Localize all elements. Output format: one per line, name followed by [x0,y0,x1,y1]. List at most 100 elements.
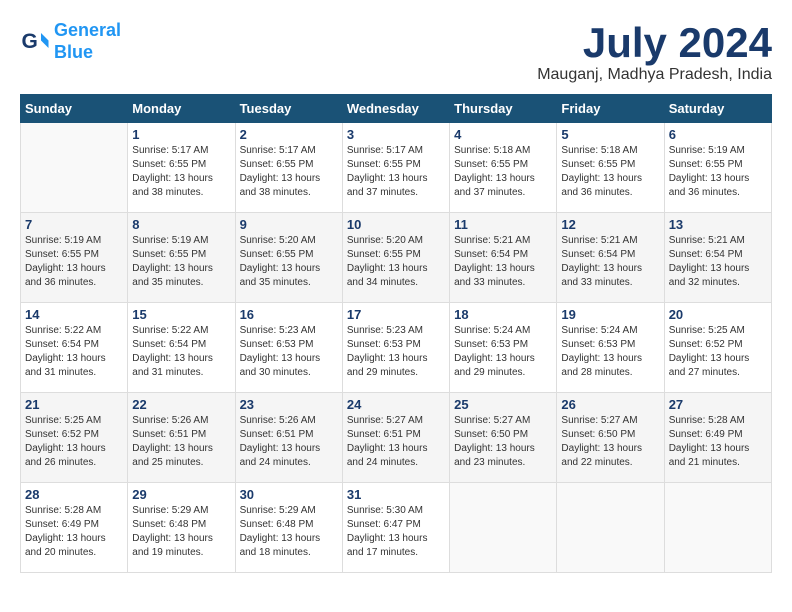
day-number: 20 [669,307,767,322]
day-info: Sunrise: 5:29 AM Sunset: 6:48 PM Dayligh… [240,504,338,560]
day-number: 10 [347,217,445,232]
day-number: 31 [347,487,445,502]
day-number: 1 [132,127,230,142]
day-info: Sunrise: 5:25 AM Sunset: 6:52 PM Dayligh… [669,324,767,380]
calendar-cell: 19Sunrise: 5:24 AM Sunset: 6:53 PM Dayli… [557,303,664,393]
day-info: Sunrise: 5:24 AM Sunset: 6:53 PM Dayligh… [561,324,659,380]
calendar-cell: 29 Sunrise: 5:29 AM Sunset: 6:48 PM Dayli… [128,483,235,573]
logo-general: General [54,20,121,40]
week-row-4: 21Sunrise: 5:25 AM Sunset: 6:52 PM Dayli… [21,393,772,483]
weekday-header-tuesday: Tuesday [235,95,342,123]
day-info: Sunrise: 5:30 AM Sunset: 6:47 PM Dayligh… [347,504,445,560]
weekday-header-sunday: Sunday [21,95,128,123]
week-row-3: 14 Sunrise: 5:22 AM Sunset: 6:54 PM Dayli… [21,303,772,393]
calendar-cell [21,123,128,213]
week-row-2: 7Sunrise: 5:19 AM Sunset: 6:55 PM Daylig… [21,213,772,303]
calendar-table: SundayMondayTuesdayWednesdayThursdayFrid… [20,94,772,573]
logo-blue: Blue [54,42,93,62]
calendar-cell: 8Sunrise: 5:19 AM Sunset: 6:55 PM Daylig… [128,213,235,303]
day-info: Sunrise: 5:22 AM Sunset: 6:54 PM Dayligh… [25,324,123,380]
day-number: 16 [240,307,338,322]
month-title: July 2024 [537,20,772,66]
day-number: 13 [669,217,767,232]
calendar-cell: 30 Sunrise: 5:29 AM Sunset: 6:48 PM Dayli… [235,483,342,573]
calendar-cell: 26 Sunrise: 5:27 AM Sunset: 6:50 PM Dayli… [557,393,664,483]
day-number: 24 [347,397,445,412]
day-number: 4 [454,127,552,142]
calendar-cell: 12 Sunrise: 5:21 AM Sunset: 6:54 PM Dayli… [557,213,664,303]
day-info: Sunrise: 5:20 AM Sunset: 6:55 PM Dayligh… [347,234,445,290]
calendar-cell: 15Sunrise: 5:22 AM Sunset: 6:54 PM Dayli… [128,303,235,393]
calendar-cell: 17 Sunrise: 5:23 AM Sunset: 6:53 PM Dayli… [342,303,449,393]
day-number: 26 [561,397,659,412]
day-number: 17 [347,307,445,322]
weekday-header-monday: Monday [128,95,235,123]
calendar-cell: 21Sunrise: 5:25 AM Sunset: 6:52 PM Dayli… [21,393,128,483]
day-info: Sunrise: 5:26 AM Sunset: 6:51 PM Dayligh… [240,414,338,470]
calendar-cell: 10 Sunrise: 5:20 AM Sunset: 6:55 PM Dayli… [342,213,449,303]
calendar-cell: 20 Sunrise: 5:25 AM Sunset: 6:52 PM Dayli… [664,303,771,393]
weekday-header-friday: Friday [557,95,664,123]
week-row-5: 28Sunrise: 5:28 AM Sunset: 6:49 PM Dayli… [21,483,772,573]
location-subtitle: Mauganj, Madhya Pradesh, India [537,66,772,84]
day-number: 12 [561,217,659,232]
calendar-cell: 28Sunrise: 5:28 AM Sunset: 6:49 PM Dayli… [21,483,128,573]
logo: G General Blue [20,20,121,63]
calendar-cell: 31 Sunrise: 5:30 AM Sunset: 6:47 PM Dayli… [342,483,449,573]
calendar-cell: 7Sunrise: 5:19 AM Sunset: 6:55 PM Daylig… [21,213,128,303]
day-info: Sunrise: 5:27 AM Sunset: 6:50 PM Dayligh… [561,414,659,470]
calendar-cell: 27 Sunrise: 5:28 AM Sunset: 6:49 PM Dayli… [664,393,771,483]
day-number: 6 [669,127,767,142]
calendar-cell: 1 Sunrise: 5:17 AM Sunset: 6:55 PM Daylig… [128,123,235,213]
day-info: Sunrise: 5:17 AM Sunset: 6:55 PM Dayligh… [132,144,230,200]
logo-text: General Blue [54,20,121,63]
day-number: 28 [25,487,123,502]
day-info: Sunrise: 5:17 AM Sunset: 6:55 PM Dayligh… [347,144,445,200]
day-number: 22 [132,397,230,412]
calendar-cell: 3 Sunrise: 5:17 AM Sunset: 6:55 PM Daylig… [342,123,449,213]
day-number: 15 [132,307,230,322]
weekday-header-wednesday: Wednesday [342,95,449,123]
calendar-cell: 23 Sunrise: 5:26 AM Sunset: 6:51 PM Dayli… [235,393,342,483]
day-info: Sunrise: 5:27 AM Sunset: 6:51 PM Dayligh… [347,414,445,470]
day-info: Sunrise: 5:24 AM Sunset: 6:53 PM Dayligh… [454,324,552,380]
day-number: 23 [240,397,338,412]
svg-text:G: G [22,30,38,53]
weekday-header-row: SundayMondayTuesdayWednesdayThursdayFrid… [21,95,772,123]
day-info: Sunrise: 5:19 AM Sunset: 6:55 PM Dayligh… [25,234,123,290]
calendar-cell: 22Sunrise: 5:26 AM Sunset: 6:51 PM Dayli… [128,393,235,483]
logo-icon: G [20,27,50,57]
day-info: Sunrise: 5:17 AM Sunset: 6:55 PM Dayligh… [240,144,338,200]
day-info: Sunrise: 5:21 AM Sunset: 6:54 PM Dayligh… [669,234,767,290]
day-info: Sunrise: 5:21 AM Sunset: 6:54 PM Dayligh… [561,234,659,290]
week-row-1: 1 Sunrise: 5:17 AM Sunset: 6:55 PM Daylig… [21,123,772,213]
day-number: 29 [132,487,230,502]
day-info: Sunrise: 5:19 AM Sunset: 6:55 PM Dayligh… [132,234,230,290]
calendar-cell [557,483,664,573]
calendar-cell: 4 Sunrise: 5:18 AM Sunset: 6:55 PM Daylig… [450,123,557,213]
day-info: Sunrise: 5:27 AM Sunset: 6:50 PM Dayligh… [454,414,552,470]
day-number: 14 [25,307,123,322]
calendar-cell: 9Sunrise: 5:20 AM Sunset: 6:55 PM Daylig… [235,213,342,303]
day-number: 30 [240,487,338,502]
day-number: 18 [454,307,552,322]
day-number: 3 [347,127,445,142]
calendar-cell: 25 Sunrise: 5:27 AM Sunset: 6:50 PM Dayli… [450,393,557,483]
day-info: Sunrise: 5:25 AM Sunset: 6:52 PM Dayligh… [25,414,123,470]
day-info: Sunrise: 5:23 AM Sunset: 6:53 PM Dayligh… [347,324,445,380]
day-info: Sunrise: 5:29 AM Sunset: 6:48 PM Dayligh… [132,504,230,560]
day-info: Sunrise: 5:28 AM Sunset: 6:49 PM Dayligh… [669,414,767,470]
day-info: Sunrise: 5:21 AM Sunset: 6:54 PM Dayligh… [454,234,552,290]
calendar-cell: 6Sunrise: 5:19 AM Sunset: 6:55 PM Daylig… [664,123,771,213]
calendar-cell: 16Sunrise: 5:23 AM Sunset: 6:53 PM Dayli… [235,303,342,393]
title-area: July 2024 Mauganj, Madhya Pradesh, India [537,20,772,84]
day-number: 25 [454,397,552,412]
calendar-cell: 11 Sunrise: 5:21 AM Sunset: 6:54 PM Dayli… [450,213,557,303]
calendar-cell: 14 Sunrise: 5:22 AM Sunset: 6:54 PM Dayli… [21,303,128,393]
day-number: 11 [454,217,552,232]
day-number: 9 [240,217,338,232]
calendar-cell: 24 Sunrise: 5:27 AM Sunset: 6:51 PM Dayli… [342,393,449,483]
day-info: Sunrise: 5:18 AM Sunset: 6:55 PM Dayligh… [454,144,552,200]
day-number: 5 [561,127,659,142]
day-number: 27 [669,397,767,412]
